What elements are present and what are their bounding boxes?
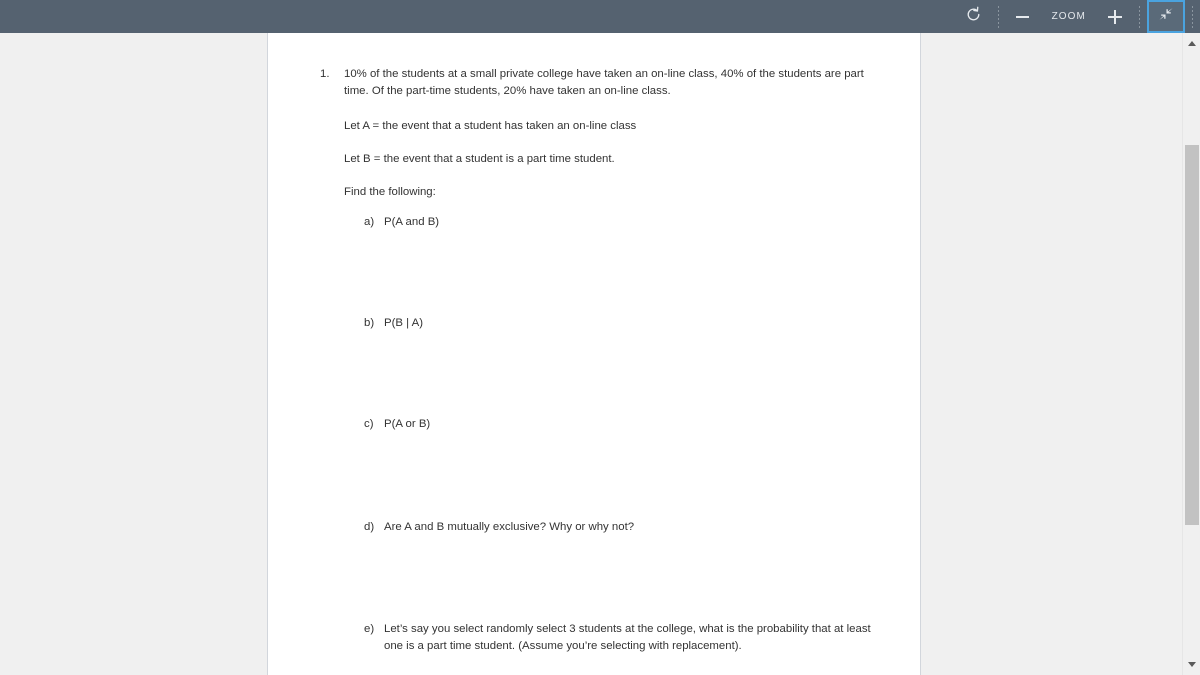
subitem-a: a) P(A and B) xyxy=(344,214,880,231)
rotate-ccw-icon xyxy=(965,6,982,28)
zoom-in-button[interactable] xyxy=(1098,0,1132,33)
document-page: 1. 10% of the students at a small privat… xyxy=(267,33,921,675)
find-prompt: Find the following: xyxy=(344,186,436,199)
toolbar-divider-3 xyxy=(1192,5,1193,28)
answer-space-d xyxy=(344,536,880,621)
subitem-b: b) P(B | A) xyxy=(344,315,880,332)
answer-space-b xyxy=(344,332,880,416)
scroll-down-button[interactable] xyxy=(1183,656,1200,673)
problem-body: 10% of the students at a small private c… xyxy=(344,66,880,656)
subitem-e: e) Let’s say you select randomly select … xyxy=(344,621,880,656)
subitem-d: d) Are A and B mutually exclusive? Why o… xyxy=(344,519,880,536)
definition-b: Let B = the event that a student is a pa… xyxy=(344,152,615,165)
subitem-c: c) P(A or B) xyxy=(344,416,880,433)
toolbar-divider-2 xyxy=(1139,5,1140,28)
subitem-b-text: P(B | A) xyxy=(384,316,424,329)
problem-statement: 10% of the students at a small private c… xyxy=(344,68,864,98)
problem-number: 1. xyxy=(320,68,330,80)
caret-down-icon xyxy=(1187,662,1196,667)
scrollbar-thumb[interactable] xyxy=(1185,145,1199,525)
viewer-toolbar: ZOOM xyxy=(0,0,1200,33)
subitem-a-label: a) xyxy=(364,215,375,228)
caret-up-icon xyxy=(1187,41,1196,46)
answer-space-a xyxy=(344,231,880,315)
zoom-out-button[interactable] xyxy=(1006,0,1040,33)
vertical-scrollbar[interactable] xyxy=(1182,33,1200,675)
subitem-a-text: P(A and B) xyxy=(384,215,440,228)
problem-1: 1. 10% of the students at a small privat… xyxy=(316,66,880,656)
zoom-label: ZOOM xyxy=(1051,11,1086,22)
zoom-label-wrap: ZOOM xyxy=(1040,0,1098,33)
document-viewport[interactable]: 1. 10% of the students at a small privat… xyxy=(0,33,1182,675)
subitem-d-label: d) xyxy=(364,520,375,533)
answer-space-c xyxy=(344,434,880,519)
toolbar-controls: ZOOM xyxy=(957,0,1200,33)
subitem-d-text: Are A and B mutually exclusive? Why or w… xyxy=(384,520,635,533)
scroll-up-button[interactable] xyxy=(1183,35,1200,52)
subitem-e-label: e) xyxy=(364,622,375,635)
minus-icon xyxy=(1016,15,1030,18)
pdf-viewer-window: ZOOM 1. 10% of the students at a small p… xyxy=(0,0,1200,675)
subitem-c-text: P(A or B) xyxy=(384,418,431,431)
rotate-button[interactable] xyxy=(957,0,991,33)
page-content: 1. 10% of the students at a small privat… xyxy=(268,33,920,656)
subitem-e-text: Let’s say you select randomly select 3 s… xyxy=(384,622,871,653)
plus-icon xyxy=(1108,9,1122,24)
toolbar-divider-1 xyxy=(997,5,999,28)
fullscreen-exit-button[interactable] xyxy=(1147,0,1185,33)
fullscreen-exit-icon xyxy=(1158,6,1174,27)
spacer-before-a xyxy=(344,202,880,214)
subitem-c-label: c) xyxy=(364,418,374,431)
subitem-b-label: b) xyxy=(364,316,375,329)
definition-a: Let A = the event that a student has tak… xyxy=(344,119,637,132)
